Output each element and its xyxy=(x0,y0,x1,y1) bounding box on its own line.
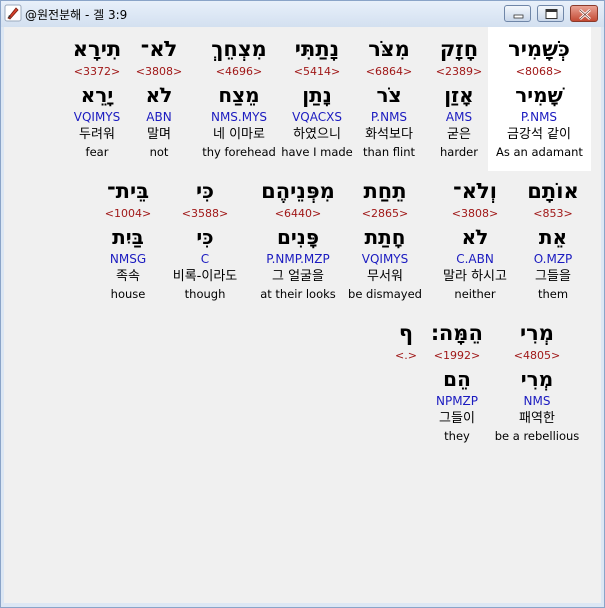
lemma-word: בַּיִת xyxy=(112,225,144,249)
korean-gloss: 패역한 xyxy=(519,411,555,426)
title-bar[interactable]: @원전분해 - 겔 3:9 xyxy=(1,1,604,27)
word-cell[interactable]: אוֹתָם <853> אֵת O.MZP 그들을 them xyxy=(510,177,596,302)
lemma-word xyxy=(363,366,449,393)
maximize-icon xyxy=(545,9,558,19)
window-title: @원전분해 - 겔 3:9 xyxy=(25,8,128,22)
morphology-code: NMS.MYS xyxy=(210,110,268,124)
word-cell[interactable]: נָתַתִּי <5414> נָתַן VQACXS 하였으니 have I made xyxy=(274,35,360,160)
korean-gloss: 그 얼굴을 xyxy=(272,269,324,284)
lemma-word: חָתַת xyxy=(364,225,406,249)
korean-gloss: 비록-이라도 xyxy=(172,269,238,284)
hebrew-word: ף xyxy=(398,321,414,345)
english-gloss: thy forehead xyxy=(202,145,276,159)
strong-number-link[interactable]: <853> xyxy=(510,206,596,222)
close-icon xyxy=(579,9,591,20)
word-cell[interactable]: כְּשָׁמִיר <8068> שָׁמִיר P.NMS 금강석 같이 As an … xyxy=(496,35,583,160)
word-cell[interactable]: ף <.> xyxy=(363,319,449,444)
korean-gloss: 그들을 xyxy=(535,269,571,284)
hebrew-word: מִצְחֵךְ xyxy=(211,37,267,61)
english-gloss: fear xyxy=(85,145,109,159)
lemma-word: לֹא xyxy=(461,225,489,249)
lemma-word: יָרֵא xyxy=(80,83,114,107)
english-gloss: As an adamant xyxy=(496,145,583,159)
strong-number-link[interactable]: <4805> xyxy=(494,348,580,364)
hebrew-word: תִירָא xyxy=(72,37,122,61)
word-cell[interactable]: מְרִי <4805> מְרִי NMS 패역한 be a rebellious xyxy=(494,319,580,444)
korean-gloss: 하였으니 xyxy=(293,127,341,142)
strong-number-link[interactable]: <1004> xyxy=(85,206,171,222)
english-gloss: house xyxy=(110,287,146,301)
lemma-word: כִּי xyxy=(196,225,214,249)
korean-gloss: 무서워 xyxy=(367,269,403,284)
strong-number-link[interactable]: <3808> xyxy=(432,206,518,222)
word-cell[interactable]: תֵחַת <2865> חָתַת VQIMYS 무서워 be dismayed xyxy=(342,177,428,302)
lemma-word: אֵת xyxy=(538,225,568,249)
hebrew-word: כִּי xyxy=(195,179,215,203)
strong-number-link[interactable]: <2865> xyxy=(342,206,428,222)
english-gloss: them xyxy=(537,287,569,301)
morphology-code: VQIMYS xyxy=(73,110,121,124)
korean-gloss: 두려워 xyxy=(79,127,115,142)
word-cell[interactable]: מִצְחֵךְ <4696> מֵצַח NMS.MYS 네 이마로 thy foreh… xyxy=(196,35,282,160)
maximize-button[interactable] xyxy=(537,5,564,22)
morphology-code: VQACXS xyxy=(292,110,342,124)
morphology-code: O.MZP xyxy=(533,252,573,266)
korean-gloss: 금강석 같이 xyxy=(507,127,571,142)
word-cell[interactable]: וְלֹא־ <3808> לֹא C.ABN 말라 하시고 neither xyxy=(432,177,518,302)
strong-number-link[interactable]: <6440> xyxy=(255,206,341,222)
app-window: @원전분해 - 겔 3:9 כְּשָׁמִיר <8068> שָׁמִיר P.N… xyxy=(0,0,605,608)
strong-number-link[interactable]: <.> xyxy=(363,348,449,364)
hebrew-word: אוֹתָם xyxy=(527,179,579,203)
lemma-word: פָּנִים xyxy=(276,225,320,249)
word-cell[interactable]: בֵּית־ <1004> בַּיִת NMSG 족속 house xyxy=(85,177,171,302)
morphology-code: NMS xyxy=(523,394,551,408)
english-gloss xyxy=(363,428,449,444)
morphology-code xyxy=(363,393,449,409)
korean-gloss: 말라 하시고 xyxy=(443,269,507,284)
english-gloss: though xyxy=(184,287,226,301)
minimize-icon xyxy=(513,14,524,19)
strong-number-link[interactable]: <3588> xyxy=(162,206,248,222)
morphology-code: NMSG xyxy=(109,252,147,266)
word-cell[interactable]: כִּי <3588> כִּי C 비록-이라도 though xyxy=(162,177,248,302)
hebrew-word: כְּשָׁמִיר xyxy=(508,37,570,61)
korean-gloss: 네 이마로 xyxy=(213,127,265,142)
lemma-word: שָׁמִיר xyxy=(515,83,563,107)
strong-number-link[interactable]: <5414> xyxy=(274,64,360,80)
lemma-word: מְרִי xyxy=(520,367,554,391)
strong-number-link[interactable]: <4696> xyxy=(196,64,282,80)
hebrew-word: מְרִי xyxy=(519,321,555,345)
english-gloss: be dismayed xyxy=(348,287,422,301)
morphology-code: P.NMS xyxy=(520,110,558,124)
hebrew-word: וְלֹא־ xyxy=(453,179,497,203)
korean-gloss xyxy=(363,409,449,428)
morphology-code: C xyxy=(200,252,210,266)
hebrew-word: מִפְּנֵיהֶם xyxy=(261,179,335,203)
english-gloss: at their looks xyxy=(260,287,336,301)
morphology-code: C.ABN xyxy=(456,252,494,266)
korean-gloss: 족속 xyxy=(116,269,140,284)
word-cell[interactable]: תִירָא <3372> יָרֵא VQIMYS 두려워 fear xyxy=(54,35,140,160)
word-cell[interactable]: מִפְּנֵיהֶם <6440> פָּנִים P.NMP.MZP 그 얼굴을 at… xyxy=(255,177,341,302)
close-button[interactable] xyxy=(570,5,598,22)
hebrew-word: נָתַתִּי xyxy=(294,37,340,61)
lemma-word: נָתַן xyxy=(302,83,332,107)
morphology-code: VQIMYS xyxy=(361,252,409,266)
minimize-button[interactable] xyxy=(504,5,531,22)
pen-icon[interactable] xyxy=(4,4,22,22)
strong-number-link[interactable]: <8068> xyxy=(496,64,582,80)
english-gloss: neither xyxy=(454,287,496,301)
hebrew-word: בֵּית־ xyxy=(106,179,150,203)
morphology-code: P.NMP.MZP xyxy=(266,252,330,266)
hebrew-word: תֵחַת xyxy=(363,179,407,203)
strong-number-link[interactable]: <3372> xyxy=(54,64,140,80)
english-gloss: have I made xyxy=(281,145,353,159)
lemma-word: מֵצַח xyxy=(218,83,260,107)
english-gloss: be a rebellious xyxy=(494,429,580,443)
